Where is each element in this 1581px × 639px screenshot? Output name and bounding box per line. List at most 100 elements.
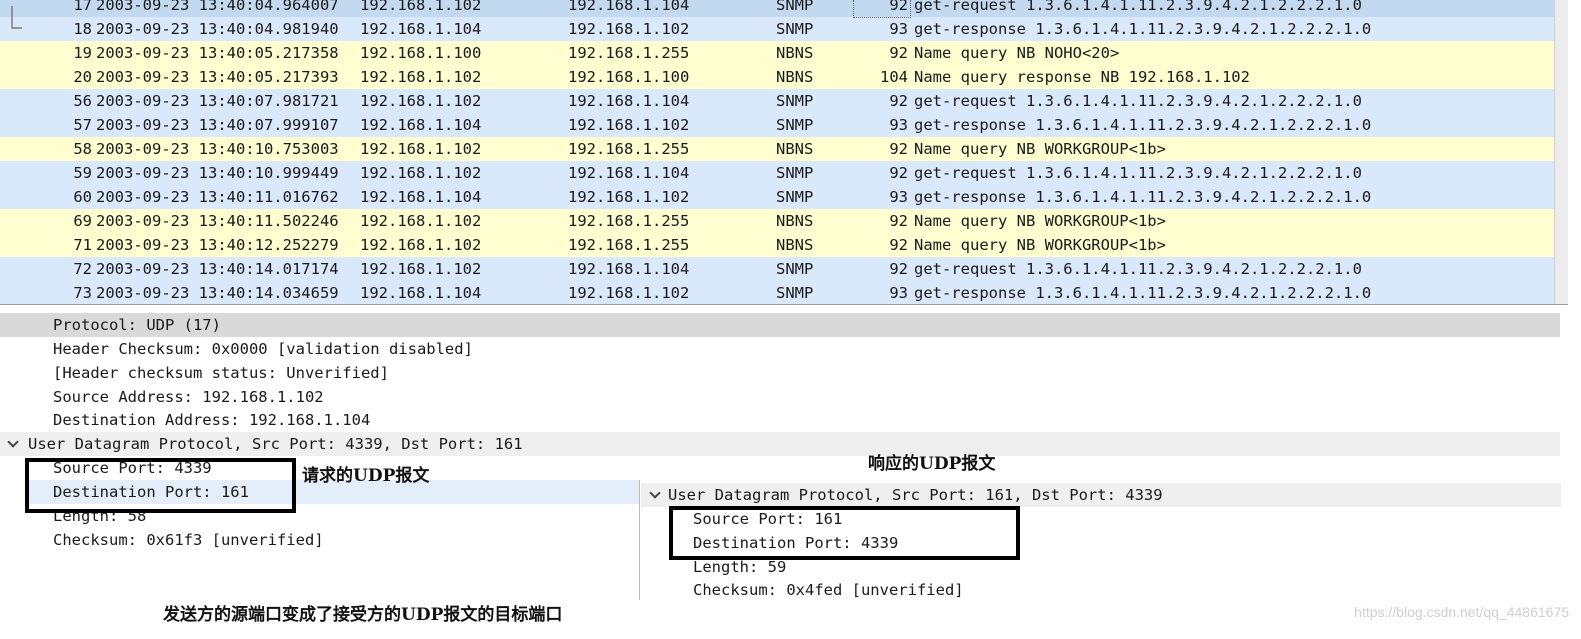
packet-row[interactable]: 60 2003-09-23 13:40:11.016762 192.168.1.10… [0,185,1568,209]
response-udp-header-text: User Datagram Protocol, Src Port: 161, D… [668,486,1163,504]
packet-time: 2003-09-23 13:40:04.964007 [96,0,339,14]
packet-destination: 192.168.1.255 [568,236,690,254]
packet-row[interactable]: 19 2003-09-23 13:40:05.217358 192.168.1.10… [0,41,1568,65]
packet-destination: 192.168.1.102 [568,284,690,302]
packet-length: 92 [889,236,908,254]
detail-udp-header[interactable]: User Datagram Protocol, Src Port: 4339, … [0,432,1560,456]
packet-destination: 192.168.1.102 [568,20,690,38]
packet-destination: 192.168.1.255 [568,140,690,158]
packet-protocol: SNMP [776,0,814,14]
packet-length: 93 [889,116,908,134]
packet-destination: 192.168.1.104 [568,260,690,278]
packet-list[interactable]: 17 2003-09-23 13:40:04.964007 192.168.1.10… [0,0,1568,305]
packet-row[interactable]: 71 2003-09-23 13:40:12.252279 192.168.1.10… [0,233,1568,257]
packet-protocol: NBNS [776,44,814,62]
request-port-highlight-box [25,458,296,513]
packet-row[interactable]: 58 2003-09-23 13:40:10.753003 192.168.1.10… [0,137,1568,161]
packet-info: get-request 1.3.6.1.4.1.11.2.3.9.4.2.1.2… [914,92,1362,110]
packet-row[interactable]: 20 2003-09-23 13:40:05.217393 192.168.1.10… [0,65,1568,89]
packet-destination: 192.168.1.100 [568,68,690,86]
response-port-highlight-box [669,506,1020,560]
packet-protocol: SNMP [776,260,814,278]
packet-source: 192.168.1.100 [360,44,482,62]
request-label: 请求的UDP报文 [302,466,430,486]
detail-checksum[interactable]: Checksum: 0x61f3 [unverified] [53,528,324,552]
packet-no: 60 [73,188,92,206]
packet-row[interactable]: 17 2003-09-23 13:40:04.964007 192.168.1.10… [0,0,1568,17]
response-label: 响应的UDP报文 [868,454,996,474]
packet-row[interactable]: 69 2003-09-23 13:40:11.502246 192.168.1.10… [0,209,1568,233]
packet-list-scrollbar[interactable] [1554,0,1568,304]
packet-protocol: SNMP [776,116,814,134]
packet-row[interactable]: 59 2003-09-23 13:40:10.999449 192.168.1.10… [0,161,1568,185]
packet-source: 192.168.1.102 [360,92,482,110]
detail-udp-header-text: User Datagram Protocol, Src Port: 4339, … [28,435,523,453]
chevron-down-icon[interactable] [7,437,19,449]
packet-time: 2003-09-23 13:40:07.999107 [96,116,339,134]
packet-info: Name query NB WORKGROUP<1b> [914,212,1166,230]
packet-no: 69 [73,212,92,230]
packet-length: 104 [880,68,908,86]
packet-destination: 192.168.1.104 [568,92,690,110]
packet-no: 20 [73,68,92,86]
packet-info: Name query NB WORKGROUP<1b> [914,140,1166,158]
detail-source-address[interactable]: Source Address: 192.168.1.102 [53,385,324,409]
packet-length: 92 [889,164,908,182]
packet-info: Name query response NB 192.168.1.102 [914,68,1250,86]
packet-destination: 192.168.1.102 [568,188,690,206]
packet-destination: 192.168.1.104 [568,164,690,182]
chevron-down-icon[interactable] [649,488,661,500]
packet-no: 73 [73,284,92,302]
packet-length: 93 [889,188,908,206]
packet-time: 2003-09-23 13:40:07.981721 [96,92,339,110]
packet-no: 59 [73,164,92,182]
packet-source: 192.168.1.102 [360,236,482,254]
packet-source: 192.168.1.104 [360,188,482,206]
packet-protocol: NBNS [776,236,814,254]
response-checksum[interactable]: Checksum: 0x4fed [unverified] [693,578,964,602]
packet-info: Name query NB WORKGROUP<1b> [914,236,1166,254]
packet-row[interactable]: 57 2003-09-23 13:40:07.999107 192.168.1.10… [0,113,1568,137]
packet-protocol: SNMP [776,188,814,206]
packet-protocol: SNMP [776,92,814,110]
packet-destination: 192.168.1.255 [568,44,690,62]
packet-no: 57 [73,116,92,134]
packet-source: 192.168.1.104 [360,284,482,302]
detail-destination-address[interactable]: Destination Address: 192.168.1.104 [53,408,370,432]
packet-row[interactable]: 18 2003-09-23 13:40:04.981940 192.168.1.10… [0,17,1568,41]
packet-info: get-request 1.3.6.1.4.1.11.2.3.9.4.2.1.2… [914,0,1362,14]
packet-destination: 192.168.1.104 [568,0,690,14]
packet-source: 192.168.1.104 [360,116,482,134]
vertical-divider [639,480,640,600]
packet-row[interactable]: 72 2003-09-23 13:40:14.017174 192.168.1.10… [0,257,1568,281]
focus-outline [853,0,911,18]
packet-source: 192.168.1.102 [360,140,482,158]
packet-length: 92 [889,140,908,158]
detail-header-checksum-status[interactable]: [Header checksum status: Unverified] [53,361,389,385]
packet-info: get-response 1.3.6.1.4.1.11.2.3.9.4.2.1.… [914,20,1372,38]
watermark: https://blog.csdn.net/qq_44861675 [1354,604,1569,620]
packet-length: 93 [889,20,908,38]
packet-time: 2003-09-23 13:40:10.753003 [96,140,339,158]
packet-info: get-request 1.3.6.1.4.1.11.2.3.9.4.2.1.2… [914,164,1362,182]
packet-source: 192.168.1.104 [360,20,482,38]
packet-row[interactable]: 73 2003-09-23 13:40:14.034659 192.168.1.10… [0,281,1568,304]
packet-source: 192.168.1.102 [360,68,482,86]
response-udp-header[interactable]: User Datagram Protocol, Src Port: 161, D… [641,483,1561,507]
packet-info: get-response 1.3.6.1.4.1.11.2.3.9.4.2.1.… [914,284,1372,302]
packet-no: 72 [73,260,92,278]
packet-protocol: NBNS [776,140,814,158]
packet-length: 92 [889,92,908,110]
packet-destination: 192.168.1.255 [568,212,690,230]
packet-time: 2003-09-23 13:40:10.999449 [96,164,339,182]
detail-protocol[interactable]: Protocol: UDP (17) [0,313,1560,337]
packet-source: 192.168.1.102 [360,0,482,14]
tree-connector-icon [8,6,22,34]
bottom-note: 发送方的源端口变成了接受方的UDP报文的目标端口 [163,605,563,625]
packet-no: 71 [73,236,92,254]
packet-row[interactable]: 56 2003-09-23 13:40:07.981721 192.168.1.10… [0,89,1568,113]
packet-source: 192.168.1.102 [360,164,482,182]
packet-time: 2003-09-23 13:40:12.252279 [96,236,339,254]
detail-header-checksum[interactable]: Header Checksum: 0x0000 [validation disa… [53,337,473,361]
packet-protocol: SNMP [776,284,814,302]
